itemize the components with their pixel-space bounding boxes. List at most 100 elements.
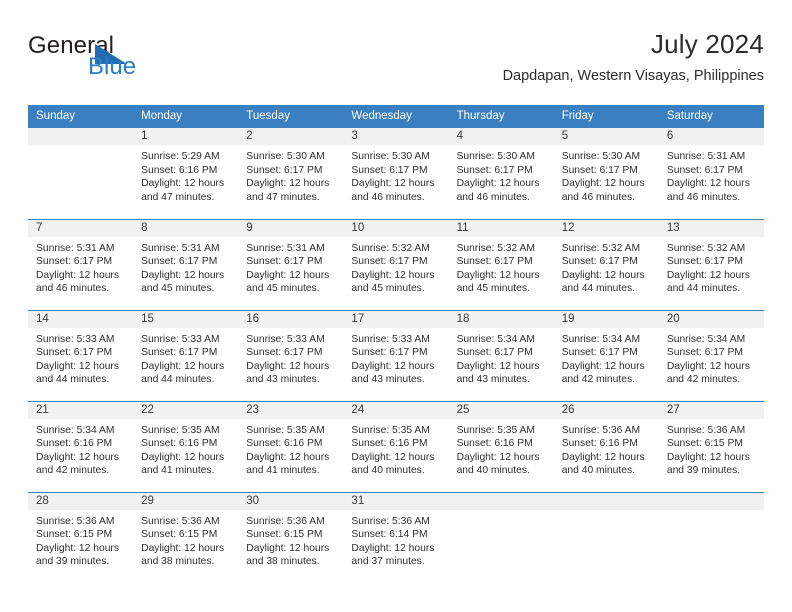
calendar-day-cell[interactable]: 20 Sunrise: 5:34 AM Sunset: 6:17 PM Dayligh… <box>658 309 764 401</box>
day-number: 23 <box>238 401 344 419</box>
calendar-day-cell[interactable]: 27 Sunrise: 5:36 AM Sunset: 6:15 PM Dayligh… <box>658 400 764 492</box>
day-details: Sunrise: 5:35 AM Sunset: 6:16 PM Daylight:… <box>343 419 448 478</box>
day-number: 22 <box>133 401 239 419</box>
calendar-day-cell[interactable]: 4 Sunrise: 5:30 AM Sunset: 6:17 PM Daylight… <box>448 128 554 219</box>
daylight-text-line2: and 43 minutes. <box>246 374 320 386</box>
sunset-text: Sunset: 6:15 PM <box>666 438 743 450</box>
calendar-day-cell[interactable]: 23 Sunrise: 5:35 AM Sunset: 6:16 PM Dayligh… <box>238 400 344 492</box>
sunrise-text: Sunrise: 5:31 AM <box>36 242 115 254</box>
day-details: Sunrise: 5:35 AM Sunset: 6:16 PM Daylight:… <box>238 419 343 478</box>
sunset-text: Sunset: 6:17 PM <box>666 164 743 176</box>
daylight-text-line2: and 37 minutes. <box>351 556 425 568</box>
calendar-day-cell[interactable]: 21 Sunrise: 5:34 AM Sunset: 6:16 PM Dayligh… <box>28 400 134 492</box>
day-number: 31 <box>343 492 449 510</box>
calendar-day-cell[interactable]: 30 Sunrise: 5:36 AM Sunset: 6:15 PM Dayligh… <box>238 491 344 583</box>
day-details: Sunrise: 5:34 AM Sunset: 6:17 PM Daylight:… <box>449 328 554 387</box>
calendar-day-cell[interactable]: 8 Sunrise: 5:31 AM Sunset: 6:17 PM Daylight… <box>133 218 239 310</box>
day-details: Sunrise: 5:36 AM Sunset: 6:16 PM Daylight:… <box>554 419 659 478</box>
sunset-text: Sunset: 6:16 PM <box>246 438 323 450</box>
day-details: Sunrise: 5:35 AM Sunset: 6:16 PM Daylight:… <box>133 419 238 478</box>
sunrise-text: Sunrise: 5:36 AM <box>141 515 220 527</box>
calendar-day-cell[interactable]: 2 Sunrise: 5:30 AM Sunset: 6:17 PM Daylight… <box>238 128 344 219</box>
sunrise-text: Sunrise: 5:32 AM <box>456 242 535 254</box>
day-number: 1 <box>133 128 239 145</box>
sunrise-text: Sunrise: 5:30 AM <box>456 151 535 162</box>
day-number: 27 <box>658 401 764 419</box>
daylight-text-line1: Daylight: 12 hours <box>36 542 119 554</box>
weekday-header-sunday: Sunday <box>28 105 134 128</box>
logo-text-blue: Blue <box>88 53 137 80</box>
sunset-text: Sunset: 6:17 PM <box>666 256 743 268</box>
weekday-header-wednesday: Wednesday <box>343 105 449 128</box>
calendar-day-cell[interactable]: 13 Sunrise: 5:32 AM Sunset: 6:17 PM Dayligh… <box>658 218 764 310</box>
calendar-day-cell[interactable]: 24 Sunrise: 5:35 AM Sunset: 6:16 PM Dayligh… <box>343 400 449 492</box>
calendar-day-cell[interactable]: 15 Sunrise: 5:33 AM Sunset: 6:17 PM Dayligh… <box>133 309 239 401</box>
daylight-text-line2: and 46 minutes. <box>666 191 741 203</box>
calendar-day-cell[interactable]: 6 Sunrise: 5:31 AM Sunset: 6:17 PM Daylight… <box>658 128 764 219</box>
calendar-day-cell[interactable]: 9 Sunrise: 5:31 AM Sunset: 6:17 PM Daylight… <box>238 218 344 310</box>
sunset-text: Sunset: 6:16 PM <box>36 438 113 450</box>
calendar-day-cell[interactable]: 3 Sunrise: 5:30 AM Sunset: 6:17 PM Daylight… <box>343 128 449 219</box>
calendar-day-cell[interactable]: 10 Sunrise: 5:32 AM Sunset: 6:17 PM Dayligh… <box>343 218 449 310</box>
day-number: 21 <box>28 401 134 419</box>
calendar-day-cell[interactable]: 1 Sunrise: 5:29 AM Sunset: 6:16 PM Daylight… <box>133 128 239 219</box>
weekday-header-thursday: Thursday <box>448 105 554 128</box>
calendar-day-cell[interactable]: 16 Sunrise: 5:33 AM Sunset: 6:17 PM Dayligh… <box>238 309 344 401</box>
daylight-text-line1: Daylight: 12 hours <box>36 269 119 281</box>
daylight-text-line1: Daylight: 12 hours <box>456 451 540 463</box>
sunset-text: Sunset: 6:16 PM <box>141 164 218 176</box>
general-blue-logo[interactable]: General Blue <box>28 32 208 88</box>
title-block: July 2024 Dapdapan, Western Visayas, Phi… <box>503 28 764 85</box>
day-details: Sunrise: 5:31 AM Sunset: 6:17 PM Daylight:… <box>28 237 133 296</box>
calendar-day-cell[interactable]: 28 Sunrise: 5:36 AM Sunset: 6:15 PM Dayligh… <box>28 491 134 583</box>
calendar-day-cell[interactable]: 5 Sunrise: 5:30 AM Sunset: 6:17 PM Daylight… <box>553 128 659 219</box>
calendar-day-cell[interactable]: 18 Sunrise: 5:34 AM Sunset: 6:17 PM Dayligh… <box>448 309 554 401</box>
sunrise-text: Sunrise: 5:31 AM <box>141 242 220 254</box>
daylight-text-line1: Daylight: 12 hours <box>561 178 645 190</box>
calendar-day-cell[interactable]: 14 Sunrise: 5:33 AM Sunset: 6:17 PM Dayligh… <box>28 309 134 401</box>
calendar-day-cell[interactable]: 17 Sunrise: 5:33 AM Sunset: 6:17 PM Dayligh… <box>343 309 449 401</box>
sunrise-text: Sunrise: 5:32 AM <box>351 242 430 254</box>
daylight-text-line2: and 42 minutes. <box>36 465 110 477</box>
calendar-day-cell[interactable]: 25 Sunrise: 5:35 AM Sunset: 6:16 PM Dayligh… <box>448 400 554 492</box>
weekday-header-tuesday: Tuesday <box>238 105 344 128</box>
calendar-day-cell[interactable]: 11 Sunrise: 5:32 AM Sunset: 6:17 PM Dayligh… <box>448 218 554 310</box>
day-number: 18 <box>448 310 554 328</box>
daylight-text-line1: Daylight: 12 hours <box>141 269 225 281</box>
sunset-text: Sunset: 6:16 PM <box>456 438 533 450</box>
calendar-day-cell[interactable]: 26 Sunrise: 5:36 AM Sunset: 6:16 PM Dayligh… <box>553 400 659 492</box>
day-number <box>448 492 554 510</box>
day-number: 20 <box>658 310 764 328</box>
calendar-grid: Sunday Monday Tuesday Wednesday Thursday… <box>28 105 764 583</box>
weekday-header-monday: Monday <box>133 105 239 128</box>
weekday-header-row: Sunday Monday Tuesday Wednesday Thursday… <box>28 105 764 128</box>
daylight-text-line2: and 45 minutes. <box>141 283 215 295</box>
sunrise-text: Sunrise: 5:33 AM <box>351 333 430 345</box>
daylight-text-line1: Daylight: 12 hours <box>666 269 750 281</box>
calendar-day-cell[interactable]: 31 Sunrise: 5:36 AM Sunset: 6:14 PM Dayligh… <box>343 491 449 583</box>
calendar-day-cell[interactable]: 7 Sunrise: 5:31 AM Sunset: 6:17 PM Daylight… <box>28 218 134 310</box>
day-details: Sunrise: 5:32 AM Sunset: 6:17 PM Daylight:… <box>554 237 659 296</box>
calendar-day-cell[interactable]: 22 Sunrise: 5:35 AM Sunset: 6:16 PM Dayligh… <box>133 400 239 492</box>
calendar-day-cell[interactable]: 12 Sunrise: 5:32 AM Sunset: 6:17 PM Dayligh… <box>553 218 659 310</box>
weekday-header-saturday: Saturday <box>658 105 764 128</box>
sunset-text: Sunset: 6:15 PM <box>36 529 113 541</box>
calendar-week-row: 21 Sunrise: 5:34 AM Sunset: 6:16 PM Dayligh… <box>28 400 764 492</box>
calendar-cell-empty <box>448 491 554 583</box>
sunrise-text: Sunrise: 5:36 AM <box>36 515 115 527</box>
daylight-text-line1: Daylight: 12 hours <box>666 178 750 190</box>
day-number: 9 <box>238 219 344 237</box>
day-details: Sunrise: 5:33 AM Sunset: 6:17 PM Daylight:… <box>343 328 448 387</box>
sunset-text: Sunset: 6:14 PM <box>351 529 428 541</box>
day-number: 28 <box>28 492 134 510</box>
weekday-header-friday: Friday <box>553 105 659 128</box>
calendar-day-cell[interactable]: 19 Sunrise: 5:34 AM Sunset: 6:17 PM Dayligh… <box>553 309 659 401</box>
calendar-week-row: 1 Sunrise: 5:29 AM Sunset: 6:16 PM Daylight… <box>28 128 764 219</box>
sunrise-text: Sunrise: 5:36 AM <box>666 424 746 436</box>
daylight-text-line1: Daylight: 12 hours <box>351 542 435 554</box>
daylight-text-line1: Daylight: 12 hours <box>141 542 225 554</box>
sunrise-text: Sunrise: 5:36 AM <box>561 424 641 436</box>
daylight-text-line1: Daylight: 12 hours <box>351 269 435 281</box>
calendar-day-cell[interactable]: 29 Sunrise: 5:36 AM Sunset: 6:15 PM Dayligh… <box>133 491 239 583</box>
day-details: Sunrise: 5:31 AM Sunset: 6:17 PM Daylight:… <box>133 237 238 296</box>
